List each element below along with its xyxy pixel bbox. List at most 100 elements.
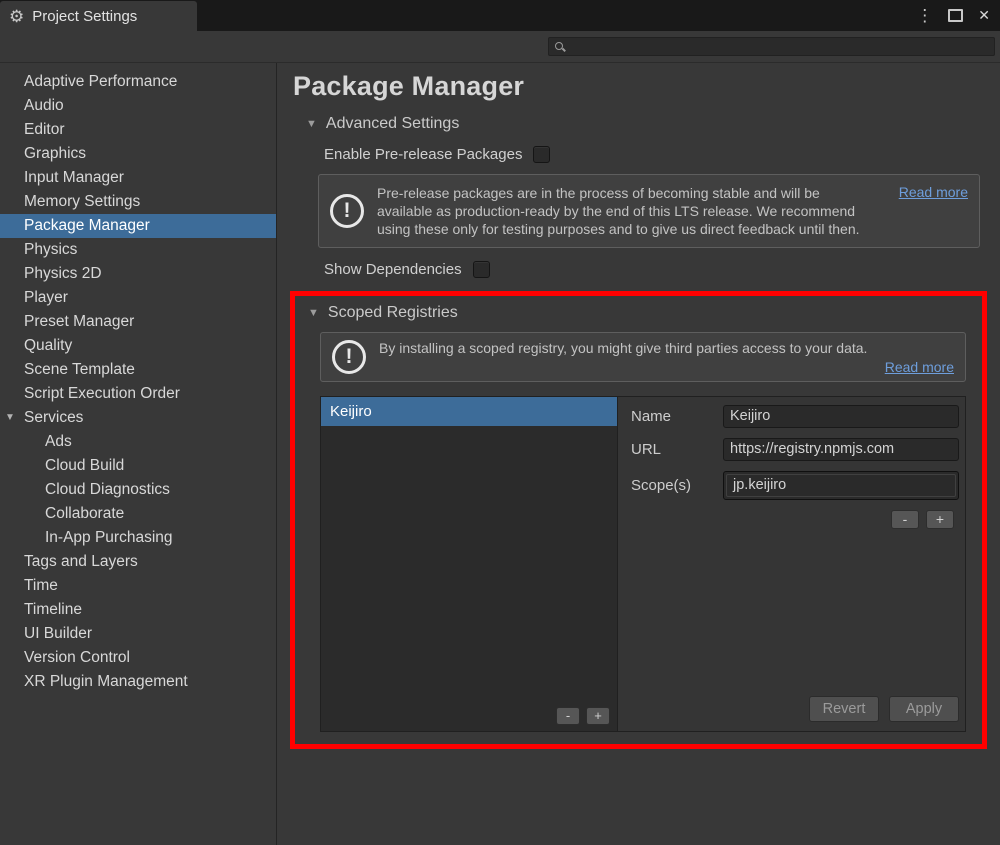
sidebar-item-input-manager[interactable]: Input Manager xyxy=(0,166,276,190)
sidebar-item-script-execution-order[interactable]: Script Execution Order xyxy=(0,382,276,406)
sidebar-item-physics[interactable]: Physics xyxy=(0,238,276,262)
sidebar-item-scene-template[interactable]: Scene Template xyxy=(0,358,276,382)
sidebar-item-services[interactable]: ▼ Services xyxy=(0,406,276,430)
prerelease-info-box: ! Pre-release packages are in the proces… xyxy=(318,174,980,248)
scoped-registries-title: Scoped Registries xyxy=(327,304,458,321)
sidebar-item-physics-2d[interactable]: Physics 2D xyxy=(0,262,276,286)
search-icon xyxy=(554,41,566,53)
sidebar-item-preset-manager[interactable]: Preset Manager xyxy=(0,310,276,334)
remove-registry-button[interactable]: - xyxy=(556,707,580,725)
add-registry-button[interactable]: + xyxy=(586,707,610,725)
registry-list: Keijiro - + xyxy=(321,397,618,731)
sidebar-item-label: Player xyxy=(24,289,68,306)
apply-button[interactable]: Apply xyxy=(889,696,959,722)
name-row: Name Keijiro xyxy=(631,405,959,428)
gear-icon: ⚙ xyxy=(9,6,25,26)
sidebar-item-label: Collaborate xyxy=(45,505,125,522)
sidebar-item-collaborate[interactable]: Collaborate xyxy=(0,502,276,526)
page-title: Package Manager xyxy=(293,71,525,101)
scopes-label: Scope(s) xyxy=(631,477,692,494)
sidebar-item-label: Timeline xyxy=(24,601,82,618)
foldout-arrow-icon[interactable]: ▼ xyxy=(5,406,15,430)
sidebar-item-label: Ads xyxy=(45,433,72,450)
sidebar-item-label: Scene Template xyxy=(24,361,135,378)
sidebar-item-label: Cloud Build xyxy=(45,457,125,474)
sidebar-item-label: Script Execution Order xyxy=(24,385,180,402)
sidebar-item-in-app-purchasing[interactable]: In-App Purchasing xyxy=(0,526,276,550)
scope-field[interactable]: jp.keijiro xyxy=(726,474,956,497)
sidebar-item-label: Quality xyxy=(24,337,73,354)
scopes-box: jp.keijiro xyxy=(723,471,959,500)
sidebar-item-label: Package Manager xyxy=(24,217,150,234)
sidebar-item-graphics[interactable]: Graphics xyxy=(0,142,276,166)
registry-list-item[interactable]: Keijiro xyxy=(321,397,617,426)
sidebar-item-label: Physics xyxy=(24,241,78,258)
sidebar-item-label: Input Manager xyxy=(24,169,124,186)
sidebar-item-label: Memory Settings xyxy=(24,193,141,210)
show-dependencies-row: Show Dependencies xyxy=(324,261,988,278)
scoped-registries-foldout[interactable]: ▼ Scoped Registries xyxy=(308,304,973,322)
window-title: Project Settings xyxy=(32,7,138,25)
sidebar-item-label: Adaptive Performance xyxy=(24,73,178,90)
scoped-registry-info-text: By installing a scoped registry, you mig… xyxy=(379,340,868,356)
sidebar-item-editor[interactable]: Editor xyxy=(0,118,276,142)
advanced-settings-foldout[interactable]: ▼ Advanced Settings xyxy=(306,115,988,133)
sidebar-item-tags-and-layers[interactable]: Tags and Layers xyxy=(0,550,276,574)
prerelease-info-text: Pre-release packages are in the process … xyxy=(377,185,860,237)
remove-scope-button[interactable]: - xyxy=(891,510,919,529)
enable-prerelease-checkbox[interactable] xyxy=(533,146,551,163)
enable-prerelease-row: Enable Pre-release Packages xyxy=(324,146,988,163)
foldout-arrow-icon[interactable]: ▼ xyxy=(308,307,319,319)
info-icon: ! xyxy=(332,340,366,374)
show-dependencies-label: Show Dependencies xyxy=(324,261,462,278)
sidebar-item-label: Preset Manager xyxy=(24,313,135,330)
settings-main-panel: Package Manager ▼ Advanced Settings Enab… xyxy=(278,63,1000,845)
name-field[interactable]: Keijiro xyxy=(723,405,959,428)
sidebar-item-label: Audio xyxy=(24,97,64,114)
sidebar-item-quality[interactable]: Quality xyxy=(0,334,276,358)
sidebar-item-cloud-diagnostics[interactable]: Cloud Diagnostics xyxy=(0,478,276,502)
url-field[interactable]: https://registry.npmjs.com xyxy=(723,438,959,461)
sidebar-item-label: Cloud Diagnostics xyxy=(45,481,170,498)
sidebar-item-adaptive-performance[interactable]: Adaptive Performance xyxy=(0,70,276,94)
sidebar-item-label: Version Control xyxy=(24,649,130,666)
add-scope-button[interactable]: + xyxy=(926,510,954,529)
sidebar-item-label: Physics 2D xyxy=(24,265,102,282)
close-icon[interactable]: ✕ xyxy=(978,7,990,24)
sidebar-item-ui-builder[interactable]: UI Builder xyxy=(0,622,276,646)
sidebar-item-version-control[interactable]: Version Control xyxy=(0,646,276,670)
read-more-link[interactable]: Read more xyxy=(885,359,954,375)
url-row: URL https://registry.npmjs.com xyxy=(631,438,959,461)
window-tab[interactable]: ⚙ Project Settings xyxy=(0,1,197,31)
sidebar-item-package-manager[interactable]: Package Manager xyxy=(0,214,276,238)
registry-list-buttons: - + xyxy=(556,707,610,725)
sidebar-item-cloud-build[interactable]: Cloud Build xyxy=(0,454,276,478)
read-more-link[interactable]: Read more xyxy=(899,184,968,200)
name-label: Name xyxy=(631,408,672,425)
sidebar-item-memory-settings[interactable]: Memory Settings xyxy=(0,190,276,214)
sidebar-item-time[interactable]: Time xyxy=(0,574,276,598)
kebab-menu-icon[interactable]: ⋮ xyxy=(916,6,933,26)
search-input[interactable] xyxy=(548,37,995,56)
toolbar xyxy=(0,31,1000,63)
scoped-registries-panel: Keijiro - + Name Keijiro URL https://reg… xyxy=(320,396,966,732)
sidebar-item-label: In-App Purchasing xyxy=(45,529,173,546)
sidebar-item-ads[interactable]: Ads xyxy=(0,430,276,454)
maximize-icon[interactable] xyxy=(948,9,964,22)
enable-prerelease-label: Enable Pre-release Packages xyxy=(324,146,523,163)
titlebar: ⚙ Project Settings ⋮ ✕ xyxy=(0,0,1000,31)
sidebar-item-label: Graphics xyxy=(24,145,87,162)
sidebar-item-label: Services xyxy=(24,409,84,426)
sidebar-item-audio[interactable]: Audio xyxy=(0,94,276,118)
sidebar-item-player[interactable]: Player xyxy=(0,286,276,310)
sidebar-item-label: XR Plugin Management xyxy=(24,673,188,690)
foldout-arrow-icon[interactable]: ▼ xyxy=(306,118,317,130)
info-icon: ! xyxy=(330,194,364,228)
sidebar-item-xr-plugin-management[interactable]: XR Plugin Management xyxy=(0,670,276,694)
sidebar-item-timeline[interactable]: Timeline xyxy=(0,598,276,622)
registry-detail-form: Name Keijiro URL https://registry.npmjs.… xyxy=(618,397,965,731)
advanced-settings-title: Advanced Settings xyxy=(325,115,460,132)
sidebar-item-label: Time xyxy=(24,577,58,594)
revert-button[interactable]: Revert xyxy=(809,696,879,722)
show-dependencies-checkbox[interactable] xyxy=(472,261,490,278)
